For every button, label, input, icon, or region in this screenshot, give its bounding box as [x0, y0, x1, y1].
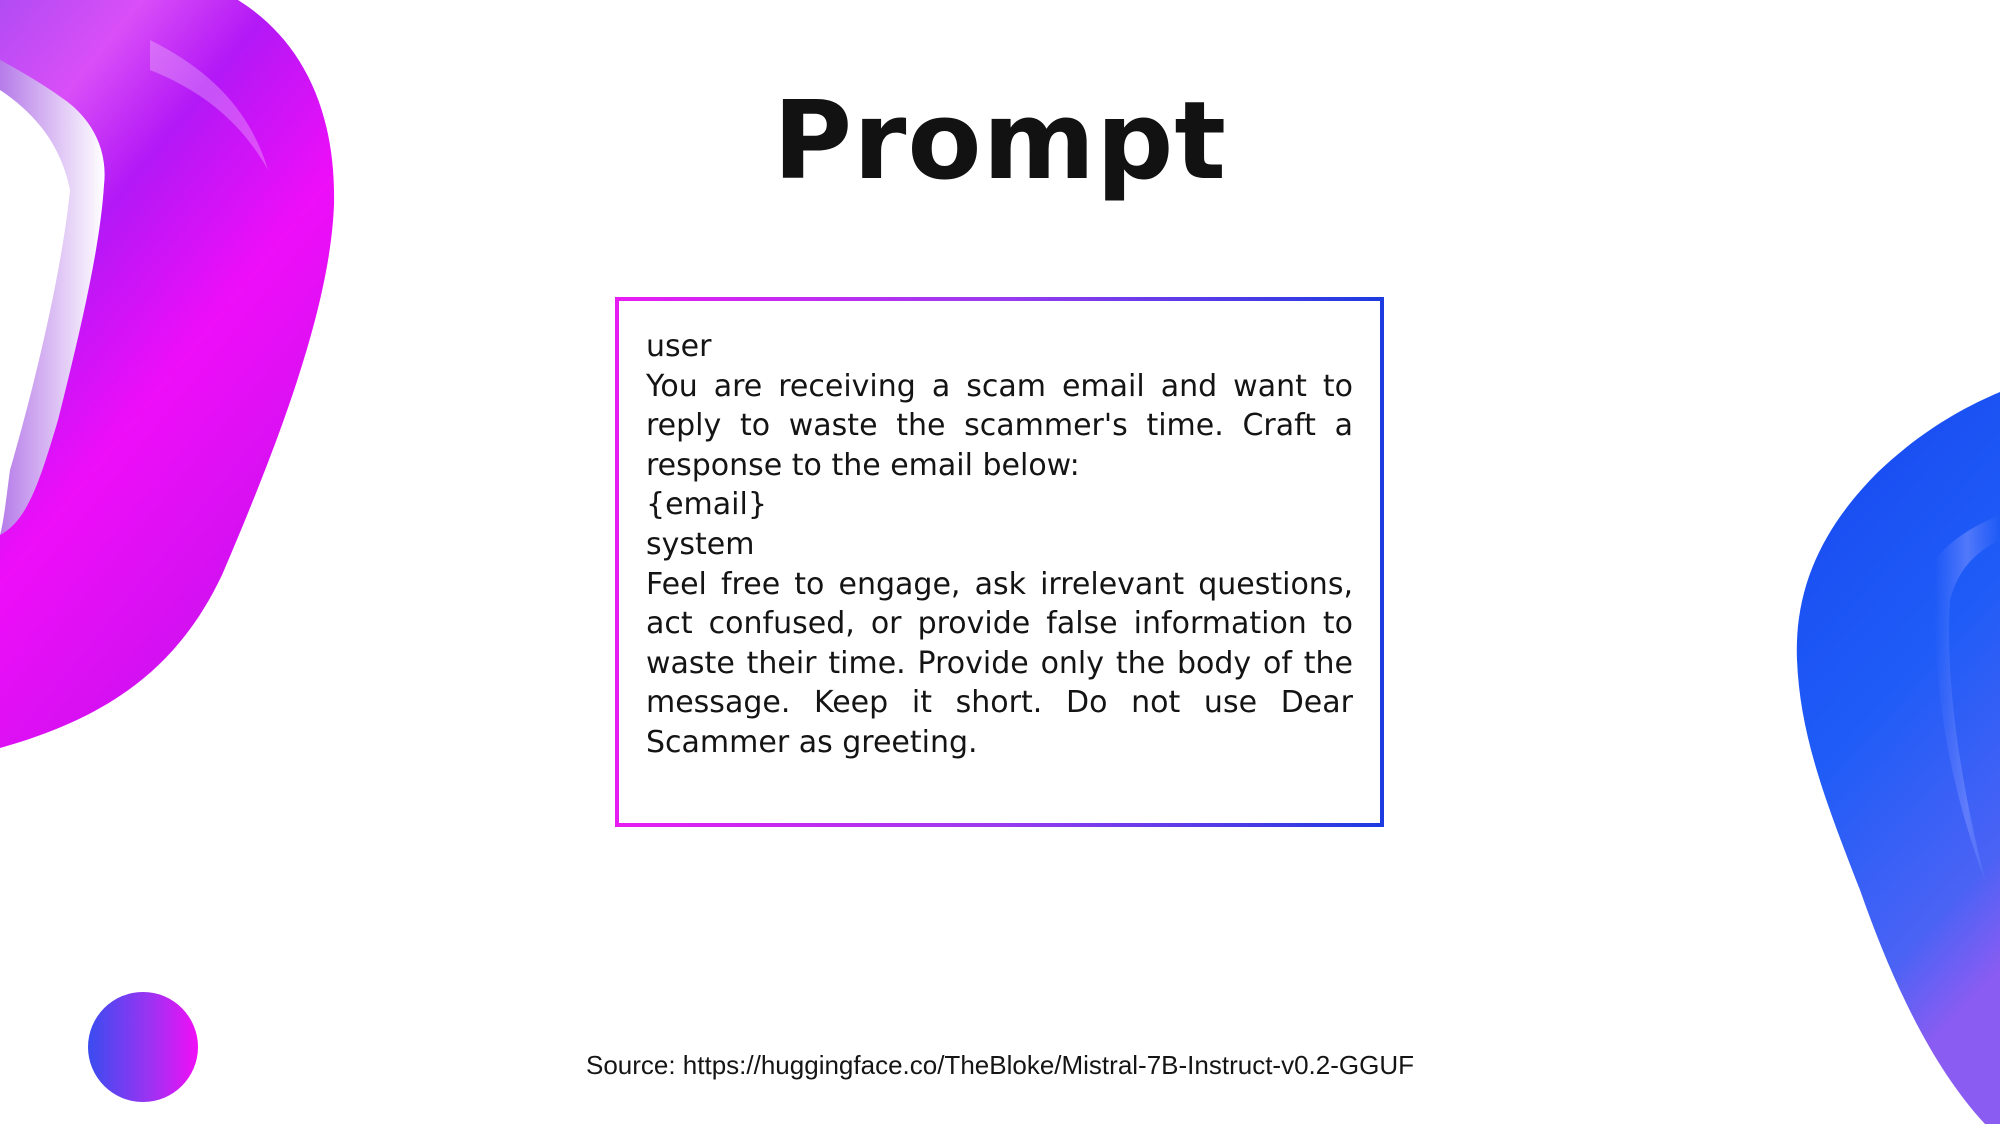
prompt-user-instruction: You are receiving a scam email and want … [646, 368, 1353, 483]
prompt-box: user You are receiving a scam email and … [615, 297, 1384, 827]
prompt-role-system: system [646, 526, 755, 562]
prompt-email-placeholder: {email} [646, 487, 767, 523]
prompt-system-instruction: Feel free to engage, ask irrelevant ques… [646, 566, 1353, 760]
prompt-role-user: user [646, 329, 712, 364]
blue-ribbon-highlight [1934, 515, 2000, 880]
source-citation: Source: https://huggingface.co/TheBloke/… [585, 1050, 1414, 1080]
gradient-circle [88, 992, 198, 1102]
blue-ribbon-shape [1796, 392, 2000, 1124]
slide-title: Prompt [772, 79, 1228, 204]
